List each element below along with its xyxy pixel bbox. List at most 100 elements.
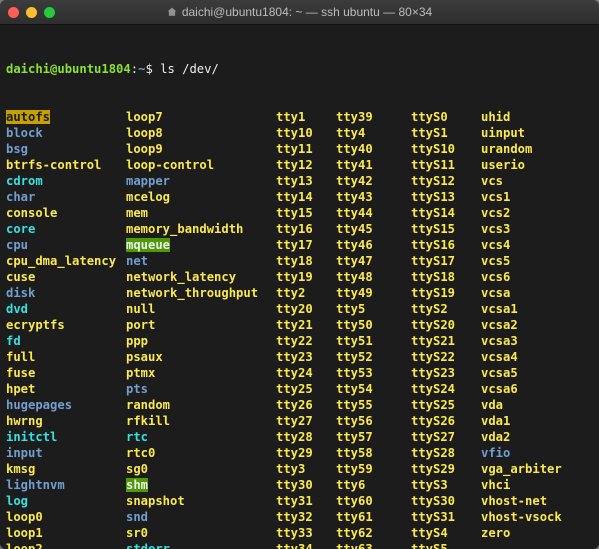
filename: input [6, 446, 43, 460]
filename: ttyS1 [411, 126, 448, 140]
window-title: daichi@ubuntu1804: ~ — ssh ubuntu — 80×3… [0, 5, 599, 19]
ls-entry: tty16 [276, 221, 336, 237]
filename: tty17 [276, 238, 313, 252]
ls-entry: vga_arbiter [481, 461, 593, 477]
ls-entry: btrfs-control [6, 157, 126, 173]
ls-row: consolememtty15tty44ttyS14vcs2 [6, 205, 593, 221]
terminal-body[interactable]: daichi@ubuntu1804:~$ ls /dev/ autofsloop… [0, 25, 599, 549]
close-icon[interactable] [8, 7, 19, 18]
filename: cpu [6, 238, 28, 252]
filename: tty61 [336, 510, 373, 524]
ls-entry: loop-control [126, 157, 276, 173]
ls-entry: tty12 [276, 157, 336, 173]
filename: urandom [481, 142, 532, 156]
ls-entry: sg0 [126, 461, 276, 477]
filename: ttyS22 [411, 350, 455, 364]
filename: zero [481, 526, 510, 540]
filename: ttyS25 [411, 398, 455, 412]
ls-entry: vda [481, 397, 593, 413]
ls-row: logsnapshottty31tty60ttyS30vhost-net [6, 493, 593, 509]
ls-entry: ttyS22 [411, 349, 481, 365]
filename: tty47 [336, 254, 373, 268]
ls-entry: tty6 [336, 477, 411, 493]
filename: network_latency [126, 270, 236, 284]
filename: tty24 [276, 366, 313, 380]
ls-entry: tty61 [336, 509, 411, 525]
ls-entry: mapper [126, 173, 276, 189]
ls-entry: vhci [481, 477, 593, 493]
filename: loop8 [126, 126, 163, 140]
filename: ttyS15 [411, 222, 455, 236]
titlebar: daichi@ubuntu1804: ~ — ssh ubuntu — 80×3… [0, 0, 599, 25]
filename: uinput [481, 126, 525, 140]
ls-row: fullpsauxtty23tty52ttyS22vcsa4 [6, 349, 593, 365]
filename: lightnvm [6, 478, 65, 492]
ls-row: kmsgsg0tty3tty59ttyS29vga_arbiter [6, 461, 593, 477]
ls-entry: bsg [6, 141, 126, 157]
filename: vga_arbiter [481, 462, 562, 476]
filename: tty51 [336, 334, 373, 348]
ls-entry: loop1 [6, 525, 126, 541]
filename: char [6, 190, 35, 204]
ls-entry: vhost-vsock [481, 509, 593, 525]
ls-row: hwrngrfkilltty27tty56ttyS26vda1 [6, 413, 593, 429]
filename: vda [481, 398, 503, 412]
filename: tty19 [276, 270, 313, 284]
filename: ttyS29 [411, 462, 455, 476]
filename: tty16 [276, 222, 313, 236]
ls-entry: loop9 [126, 141, 276, 157]
filename: ttyS24 [411, 382, 455, 396]
filename: ttyS26 [411, 414, 455, 428]
filename: tty14 [276, 190, 313, 204]
filename: ttyS27 [411, 430, 455, 444]
filename: tty11 [276, 142, 313, 156]
filename: tty3 [276, 462, 305, 476]
filename: cpu_dma_latency [6, 254, 116, 268]
ls-entry: ttyS18 [411, 269, 481, 285]
filename: vcs4 [481, 238, 510, 252]
ls-entry: tty40 [336, 141, 411, 157]
filename: ttyS2 [411, 302, 448, 316]
ls-entry: tty56 [336, 413, 411, 429]
filename: ttyS13 [411, 190, 455, 204]
ls-entry: tty33 [276, 525, 336, 541]
ls-entry: tty14 [276, 189, 336, 205]
ls-row: dvdnulltty20tty5ttyS2vcsa1 [6, 301, 593, 317]
filename: rtc0 [126, 446, 155, 460]
filename: tty13 [276, 174, 313, 188]
ls-entry: tty25 [276, 381, 336, 397]
filename: tty46 [336, 238, 373, 252]
filename: vhost-net [481, 494, 547, 508]
ls-entry: tty49 [336, 285, 411, 301]
ls-entry: ttyS3 [411, 477, 481, 493]
ls-entry: tty54 [336, 381, 411, 397]
filename: sg0 [126, 462, 148, 476]
ls-entry: vhost-net [481, 493, 593, 509]
ls-row: cpumqueuetty17tty46ttyS16vcs4 [6, 237, 593, 253]
maximize-icon[interactable] [44, 7, 55, 18]
ls-row: bsgloop9tty11tty40ttyS10urandom [6, 141, 593, 157]
ls-row: disknetwork_throughputtty2tty49ttyS19vcs… [6, 285, 593, 301]
filename: port [126, 318, 155, 332]
filename: tty22 [276, 334, 313, 348]
ls-entry: log [6, 493, 126, 509]
filename: tty53 [336, 366, 373, 380]
filename: hpet [6, 382, 35, 396]
filename: tty29 [276, 446, 313, 460]
filename: vcsa4 [481, 350, 518, 364]
ls-entry: vcs1 [481, 189, 593, 205]
ls-entry: vcs [481, 173, 593, 189]
filename: mcelog [126, 190, 170, 204]
filename: sr0 [126, 526, 148, 540]
filename: ttyS16 [411, 238, 455, 252]
minimize-icon[interactable] [26, 7, 37, 18]
ls-row: cdrommappertty13tty42ttyS12vcs [6, 173, 593, 189]
ls-entry: port [126, 317, 276, 333]
ls-entry: ttyS15 [411, 221, 481, 237]
filename: random [126, 398, 170, 412]
ls-entry [481, 541, 593, 549]
ls-entry: vcs5 [481, 253, 593, 269]
filename: vda2 [481, 430, 510, 444]
ls-entry: network_latency [126, 269, 276, 285]
filename: tty41 [336, 158, 373, 172]
